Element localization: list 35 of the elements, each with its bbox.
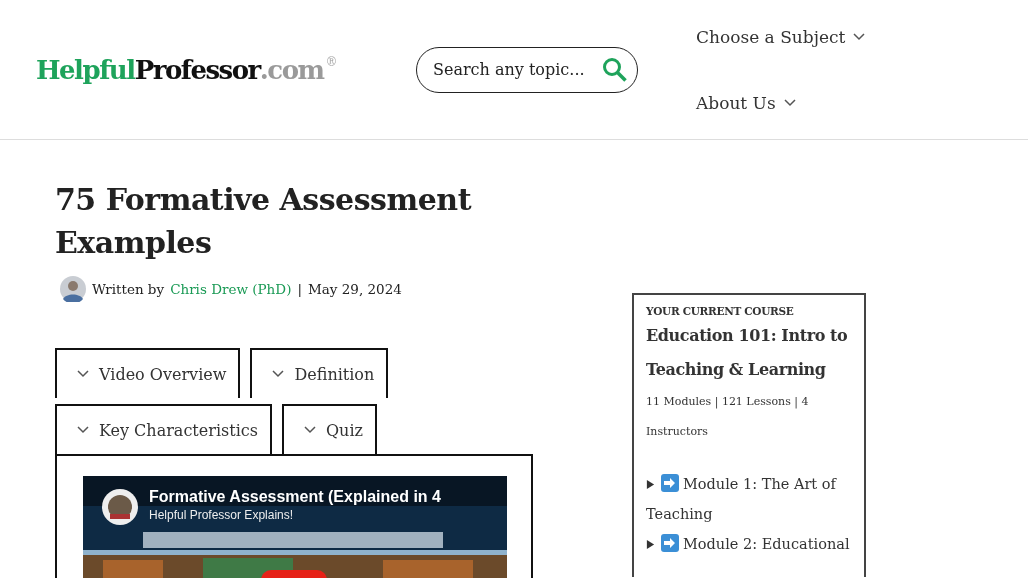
logo-text: .com <box>259 54 324 85</box>
chevron-down-icon <box>853 32 866 41</box>
accordion-tab[interactable]: Key Characteristics <box>55 404 272 454</box>
search-field[interactable]: Search any topic... <box>416 46 638 93</box>
course-meta: 11 Modules | 121 Lessons | 4 Instructors <box>646 394 810 440</box>
search-icon[interactable] <box>602 56 628 83</box>
nav-link[interactable]: Choose a Subject <box>696 26 866 47</box>
triangle-icon <box>646 540 655 549</box>
article-title: 75 Formative Assessment Examples <box>55 181 473 262</box>
chevron-down-icon <box>77 370 89 378</box>
author-link[interactable]: Chris Drew (PhD) <box>170 281 292 297</box>
publish-date: May 29, 2024 <box>307 281 402 297</box>
accordion-tab[interactable]: Quiz <box>281 404 377 454</box>
chevron-down-icon <box>783 98 796 107</box>
registered-mark: ® <box>325 54 337 69</box>
module-item[interactable]: Module 2: Educational <box>646 529 852 559</box>
channel-avatar <box>101 488 139 526</box>
chevron-down-icon <box>303 426 316 434</box>
logo-text: Professor <box>134 54 260 85</box>
accordion-tab[interactable]: Definition <box>250 348 389 398</box>
card-eyebrow: YOUR CURRENT COURSE <box>646 305 795 317</box>
triangle-icon <box>646 480 655 489</box>
byline-text: Written by <box>92 281 165 297</box>
nav-link[interactable]: About Us <box>696 92 866 113</box>
video-player[interactable]: Formative Assessment (Explained in 4 Helpful Professor Explains! <box>83 476 507 578</box>
module-item[interactable]: Module 1: The Art of Teaching <box>646 469 852 529</box>
channel-name: Helpful Professor Explains! <box>149 508 295 522</box>
course-title: Education 101: Intro to Teaching & Learning <box>646 325 849 381</box>
chevron-down-icon <box>77 426 89 434</box>
chevron-down-icon <box>272 370 285 378</box>
accordion-tab[interactable]: Video Overview <box>55 348 241 398</box>
logo-text: Helpful <box>36 54 135 85</box>
site-logo[interactable]: HelpfulProfessor.com® <box>36 54 416 85</box>
avatar <box>60 276 86 302</box>
separator: | <box>297 281 302 297</box>
